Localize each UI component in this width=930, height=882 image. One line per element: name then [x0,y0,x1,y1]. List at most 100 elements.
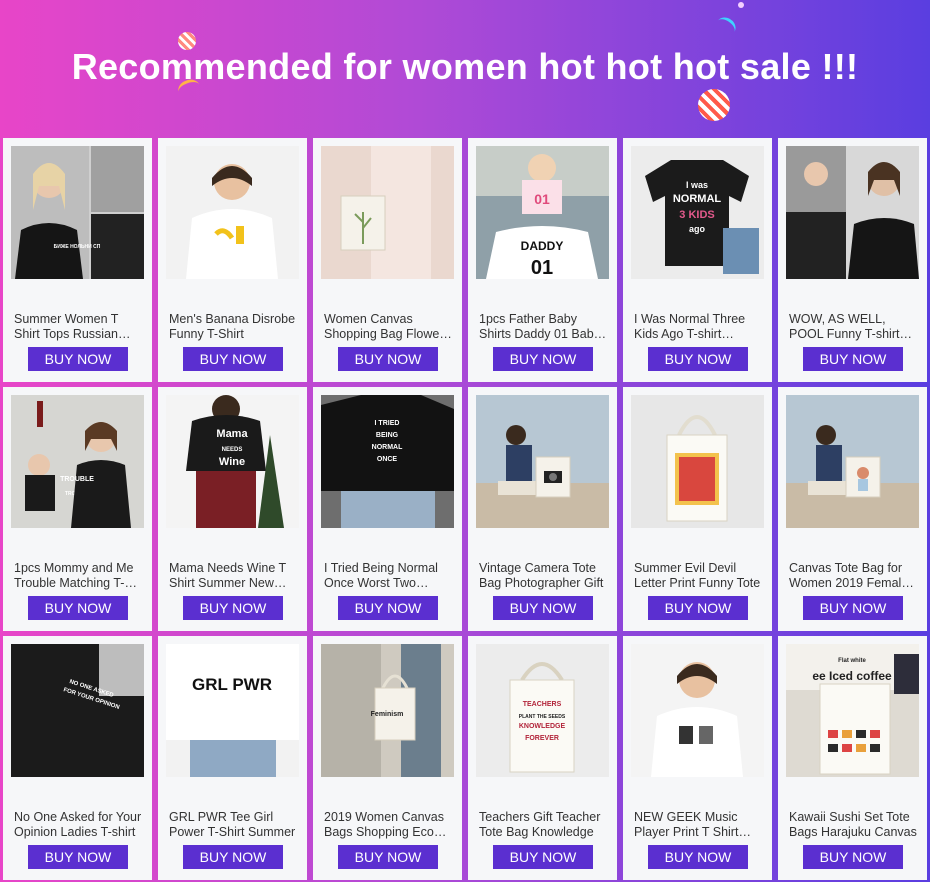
buy-now-button[interactable]: BUY NOW [803,596,903,620]
svg-text:I was: I was [686,180,708,190]
product-image[interactable]: GRL PWR [166,644,299,777]
product-name[interactable]: Summer Women T Shirt Tops Russian Inscri… [14,312,142,342]
product-image[interactable] [476,395,609,528]
banner-title: Recommended for women hot hot hot sale !… [71,46,859,87]
product-image[interactable] [321,146,454,279]
product-card[interactable]: БИЖЕ НОЛЬНИ СП Summer Women T Shirt Tops … [3,138,152,382]
product-name[interactable]: 1pcs Father Baby Shirts Daddy 01 Baby 01 [479,312,607,342]
product-image[interactable]: Mama NEEDS Wine [166,395,299,528]
product-card[interactable]: Mama NEEDS Wine Mama Needs Wine T Shirt Sum… [158,387,307,631]
svg-text:ee Iced coffee: ee Iced coffee [812,669,892,683]
product-card[interactable]: I was NORMAL 3 KIDS ago I Was Normal Three K… [623,138,772,382]
product-name[interactable]: Men's Banana Disrobe Funny T-Shirt [169,312,297,342]
buy-now-button[interactable]: BUY NOW [648,596,748,620]
product-image[interactable]: I was NORMAL 3 KIDS ago [631,146,764,279]
buy-now-button[interactable]: BUY NOW [493,347,593,371]
svg-text:I TRIED: I TRIED [375,420,400,427]
product-image[interactable]: БИЖЕ НОЛЬНИ СП [11,146,144,279]
product-card[interactable]: Summer Evil Devil Letter Print Funny Tot… [623,387,772,631]
product-name[interactable]: Teachers Gift Teacher Tote Bag Knowledge [479,810,607,840]
product-card[interactable]: Vintage Camera Tote Bag Photographer Gif… [468,387,617,631]
buy-now-button[interactable]: BUY NOW [28,845,128,869]
product-image[interactable] [786,146,919,279]
svg-text:GRL PWR: GRL PWR [192,675,272,694]
svg-text:Flat white: Flat white [838,658,866,664]
product-image[interactable]: TROUBLETROUBLE [11,395,144,528]
svg-text:ago: ago [689,224,706,234]
svg-text:Mama: Mama [216,428,248,440]
buy-now-button[interactable]: BUY NOW [648,845,748,869]
product-image[interactable] [786,395,919,528]
buy-now-button[interactable]: BUY NOW [493,596,593,620]
product-name[interactable]: WOW, AS WELL, POOL Funny T-shirt Women [789,312,917,342]
buy-now-button[interactable]: BUY NOW [803,347,903,371]
product-card[interactable]: TROUBLETROUBLE 1pcs Mommy and Me Trouble … [3,387,152,631]
confetti-dot-icon [738,2,744,8]
buy-now-button[interactable]: BUY NOW [183,347,283,371]
product-name[interactable]: Kawaii Sushi Set Tote Bags Harajuku Canv… [789,810,917,840]
product-image[interactable]: I TRIED BEING NORMAL ONCE [321,395,454,528]
buy-now-button[interactable]: BUY NOW [338,845,438,869]
product-card[interactable]: NEW GEEK Music Player Print T Shirt Men B… [623,636,772,880]
svg-text:Wine: Wine [219,456,245,468]
buy-now-button[interactable]: BUY NOW [28,347,128,371]
product-card[interactable]: I TRIED BEING NORMAL ONCE I Tried Being Norm… [313,387,462,631]
svg-text:TEACHERS: TEACHERS [523,701,562,708]
product-card[interactable]: Canvas Tote Bag for Women 2019 Female Sh… [778,387,927,631]
product-card[interactable]: Women Canvas Shopping Bag Flower Print BU… [313,138,462,382]
product-card[interactable]: Flat white ee Iced coffee Kawaii Sushi Set… [778,636,927,880]
product-card[interactable]: Feminism 2019 Women Canvas Bags Shopping … [313,636,462,880]
svg-text:Feminism: Feminism [371,711,404,718]
product-name[interactable]: I Was Normal Three Kids Ago T-shirt Casu… [634,312,762,342]
buy-now-button[interactable]: BUY NOW [803,845,903,869]
product-card[interactable]: GRL PWR GRL PWR Tee Girl Power T-Shirt Su… [158,636,307,880]
product-name[interactable]: I Tried Being Normal Once Worst Two Minu… [324,561,452,591]
product-image[interactable] [166,146,299,279]
buy-now-button[interactable]: BUY NOW [338,347,438,371]
svg-text:FOREVER: FOREVER [525,735,559,742]
buy-now-button[interactable]: BUY NOW [338,596,438,620]
svg-text:01: 01 [534,191,550,207]
svg-text:NORMAL: NORMAL [372,444,403,451]
svg-text:БИЖЕ НОЛЬНИ СП: БИЖЕ НОЛЬНИ СП [54,244,101,250]
product-name[interactable]: Mama Needs Wine T Shirt Summer New Fashi… [169,561,297,591]
product-image[interactable]: NO ONE ASKED FOR YOUR OPINION [11,644,144,777]
product-name[interactable]: NEW GEEK Music Player Print T Shirt Men [634,810,762,840]
buy-now-button[interactable]: BUY NOW [183,596,283,620]
product-name[interactable]: 1pcs Mommy and Me Trouble Matching T-shi… [14,561,142,591]
product-image[interactable] [631,395,764,528]
svg-text:PLANT THE SEEDS: PLANT THE SEEDS [519,714,566,720]
striped-ball-icon [698,89,730,121]
svg-text:3 KIDS: 3 KIDS [679,209,714,221]
product-grid: БИЖЕ НОЛЬНИ СП Summer Women T Shirt Tops … [3,138,927,882]
product-card[interactable]: 01 DADDY 01 1pcs Father Baby Shirts Daddy 0… [468,138,617,382]
svg-text:NEEDS: NEEDS [222,447,243,453]
product-card[interactable]: TEACHERS PLANT THE SEEDS KNOWLEDGE FOREVER T… [468,636,617,880]
product-name[interactable]: 2019 Women Canvas Bags Shopping Eco Femi… [324,810,452,840]
svg-text:BEING: BEING [376,432,399,439]
svg-text:KNOWLEDGE: KNOWLEDGE [519,723,566,730]
product-image[interactable] [631,644,764,777]
product-image[interactable]: Feminism [321,644,454,777]
product-name[interactable]: No One Asked for Your Opinion Ladies T-s… [14,810,142,840]
product-card[interactable]: Men's Banana Disrobe Funny T-Shirt BUY NO… [158,138,307,382]
svg-text:01: 01 [531,257,553,279]
buy-now-button[interactable]: BUY NOW [493,845,593,869]
product-image[interactable]: TEACHERS PLANT THE SEEDS KNOWLEDGE FOREVER [476,644,609,777]
product-name[interactable]: Women Canvas Shopping Bag Flower Print [324,312,452,342]
product-card[interactable]: NO ONE ASKED FOR YOUR OPINION No One Asked… [3,636,152,880]
product-name[interactable]: Vintage Camera Tote Bag Photographer Gif… [479,561,607,591]
product-image[interactable]: Flat white ee Iced coffee [786,644,919,777]
product-card[interactable]: WOW, AS WELL, POOL Funny T-shirt Women BU… [778,138,927,382]
product-name[interactable]: GRL PWR Tee Girl Power T-Shirt Summer [169,810,297,840]
svg-text:DADDY: DADDY [521,239,564,253]
buy-now-button[interactable]: BUY NOW [183,845,283,869]
svg-text:ONCE: ONCE [377,456,398,463]
product-name[interactable]: Summer Evil Devil Letter Print Funny Tot… [634,561,762,591]
product-name[interactable]: Canvas Tote Bag for Women 2019 Female Sh… [789,561,917,591]
product-image[interactable]: 01 DADDY 01 [476,146,609,279]
buy-now-button[interactable]: BUY NOW [28,596,128,620]
buy-now-button[interactable]: BUY NOW [648,347,748,371]
confetti-squiggle-icon [712,13,740,40]
svg-text:TROUBLE: TROUBLE [60,476,94,483]
